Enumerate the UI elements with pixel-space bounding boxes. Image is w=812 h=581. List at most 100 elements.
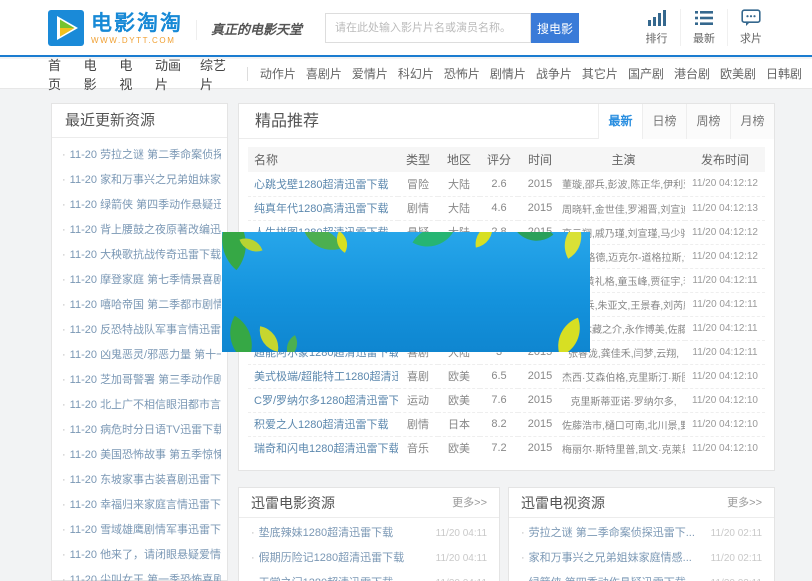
recent-update-item[interactable]: ·11-20 东坡家事古装喜剧迅雷下载 [62, 468, 221, 493]
nav-genre-item[interactable]: 日韩剧 [766, 65, 802, 82]
tv-resource-item[interactable]: 11/20 02:11 ·劳拉之谜 第二季命案侦探迅雷下... [521, 521, 762, 546]
thunder-movie-header: 迅雷电影资源 更多>> [239, 488, 499, 518]
item-title[interactable]: 背上腰鼓之夜原著改编迅雷下载 [100, 224, 221, 236]
table-header-row: 名称 类型 地区 评分 时间 主演 发布时间 [248, 147, 765, 172]
nav-genre-item[interactable]: 其它片 [582, 65, 618, 82]
bullet-icon: · [62, 499, 66, 511]
recent-update-item[interactable]: ·11-20 幸福归来家庭言情迅雷下载 [62, 493, 221, 518]
advertisement-banner[interactable] [222, 232, 590, 352]
item-title[interactable]: 劳拉之谜 第二季命案侦探迅雷下... [529, 527, 695, 539]
nav-genre-item[interactable]: 战争片 [536, 65, 572, 82]
recent-update-item[interactable]: ·11-20 尖叫女王 第一季恐怖喜剧迅雷 [62, 568, 221, 581]
nav-genre-item[interactable]: 欧美剧 [720, 65, 756, 82]
nav-genre-item[interactable]: 动作片 [260, 65, 296, 82]
recent-update-item[interactable]: ·11-20 嘻哈帝国 第二季都市剧情迅雷 [62, 293, 221, 318]
movie-title-link[interactable]: 积爱之人1280超清迅雷下载 [254, 419, 388, 431]
recent-update-item[interactable]: ·11-20 背上腰鼓之夜原著改编迅雷下载 [62, 218, 221, 243]
movie-region-cell: 欧美 [438, 436, 480, 460]
item-title[interactable]: 大秧歌抗战传奇迅雷下载 [100, 249, 221, 261]
recent-update-item[interactable]: ·11-20 凶鬼恶灵/邪恶力量 第十一季魔... [62, 343, 221, 368]
item-title[interactable]: 家和万事兴之兄弟姐妹家庭情感... [529, 552, 692, 564]
item-title[interactable]: 病危时分日语TV迅雷下载 [100, 424, 221, 436]
recent-update-item[interactable]: ·11-20 大秧歌抗战传奇迅雷下载 [62, 243, 221, 268]
item-title[interactable]: 绿箭侠 第四季动作悬疑迅雷下载... [529, 577, 695, 581]
nav-item[interactable]: 电视 [119, 55, 138, 93]
recent-update-item[interactable]: ·11-20 摩登家庭 第七季情景喜剧迅雷 [62, 268, 221, 293]
item-title[interactable]: 嘻哈帝国 第二季都市剧情迅雷 [100, 299, 221, 311]
nav-primary: 首页电影电视动画片综艺片 [48, 55, 245, 93]
recent-update-item[interactable]: ·11-20 芝加哥警署 第三季动作剧情迅 [62, 368, 221, 393]
bullet-icon: · [62, 174, 66, 186]
tab-latest[interactable]: 最新 [598, 104, 642, 139]
item-title[interactable]: 劳拉之谜 第二季命案侦探迅雷 [100, 149, 221, 161]
recent-update-item[interactable]: ·11-20 雪域雄鹰剧情军事迅雷下载 [62, 518, 221, 543]
nav-item[interactable]: 综艺片 [200, 55, 228, 93]
leaf-decoration-icon [517, 232, 554, 251]
item-title[interactable]: 垫底辣妹1280超清迅雷下载 [259, 527, 393, 539]
item-title[interactable]: 家和万事兴之兄弟姐妹家庭情感... [100, 174, 221, 186]
movie-title-link[interactable]: 美式极端/超能特工1280超清迅雷 [254, 371, 398, 383]
search-movie-button[interactable]: 搜电影 [531, 13, 579, 43]
nav-item[interactable]: 动画片 [155, 55, 183, 93]
movie-score-cell: 7.2 [480, 436, 518, 460]
item-title[interactable]: 东坡家事古装喜剧迅雷下载 [100, 474, 221, 486]
item-title[interactable]: 天堂之门1280超清迅雷下载 [259, 577, 393, 581]
item-title[interactable]: 北上广不相信眼泪都市言情迅雷... [100, 399, 221, 411]
recent-update-item[interactable]: ·11-20 他来了，请闭眼悬疑爱情迅雷下... [62, 543, 221, 568]
recent-update-item[interactable]: ·11-20 反恐特战队军事言情迅雷下载 [62, 318, 221, 343]
item-date: 11-20 [70, 224, 97, 236]
item-title[interactable]: 凶鬼恶灵/邪恶力量 第十一季魔... [100, 349, 221, 361]
recent-update-item[interactable]: ·11-20 美国恐怖故事 第五季惊悚悬疑 [62, 443, 221, 468]
item-date: 11-20 [70, 449, 97, 461]
quick-link-request[interactable]: 求片 [727, 9, 774, 46]
nav-genre-item[interactable]: 剧情片 [490, 65, 526, 82]
quick-link-latest[interactable]: 最新 [680, 9, 727, 46]
recent-update-item[interactable]: ·11-20 北上广不相信眼泪都市言情迅雷... [62, 393, 221, 418]
recent-update-item[interactable]: ·11-20 家和万事兴之兄弟姐妹家庭情感... [62, 168, 221, 193]
movie-title-link[interactable]: C罗/罗纳尔多1280超清迅雷下载 [254, 395, 398, 407]
item-title[interactable]: 反恐特战队军事言情迅雷下载 [100, 324, 221, 336]
movie-title-link[interactable]: 心跳戈壁1280超清迅雷下载 [254, 179, 388, 191]
recent-update-item[interactable]: ·11-20 绿箭侠 第四季动作悬疑迅雷下 [62, 193, 221, 218]
tv-resource-item[interactable]: 11/20 02:11 ·家和万事兴之兄弟姐妹家庭情感... [521, 546, 762, 571]
recent-update-item[interactable]: ·11-20 劳拉之谜 第二季命案侦探迅雷 [62, 143, 221, 168]
bullet-icon: · [62, 574, 66, 581]
nav-genre-item[interactable]: 恐怖片 [444, 65, 480, 82]
item-date: 11-20 [70, 274, 97, 286]
bullet-icon: · [251, 577, 255, 581]
item-title[interactable]: 绿箭侠 第四季动作悬疑迅雷下 [100, 199, 221, 211]
tab-weekly[interactable]: 周榜 [686, 104, 730, 139]
item-title[interactable]: 幸福归来家庭言情迅雷下载 [100, 499, 221, 511]
movie-title-link[interactable]: 瑞奇和闪电1280超清迅雷下载 [254, 443, 398, 455]
quick-link-ranking[interactable]: 排行 [633, 9, 680, 46]
nav-genre-item[interactable]: 爱情片 [352, 65, 388, 82]
item-title[interactable]: 摩登家庭 第七季情景喜剧迅雷 [100, 274, 221, 286]
search-input[interactable] [325, 13, 531, 43]
movie-resource-item[interactable]: 11/20 04:11 ·垫底辣妹1280超清迅雷下载 [251, 521, 487, 546]
tv-resource-item[interactable]: 11/20 02:11 ·绿箭侠 第四季动作悬疑迅雷下载... [521, 571, 762, 581]
item-time: 11/20 04:11 [436, 521, 487, 546]
tab-daily[interactable]: 日榜 [642, 104, 686, 139]
movie-type-cell: 音乐 [398, 436, 438, 460]
item-title[interactable]: 尖叫女王 第一季恐怖喜剧迅雷 [100, 574, 221, 581]
nav-genre-item[interactable]: 科幻片 [398, 65, 434, 82]
recent-update-item[interactable]: ·11-20 病危时分日语TV迅雷下载 [62, 418, 221, 443]
bullet-icon: · [62, 349, 66, 361]
more-tv-link[interactable]: 更多>> [727, 488, 762, 518]
item-title[interactable]: 美国恐怖故事 第五季惊悚悬疑 [100, 449, 221, 461]
more-movies-link[interactable]: 更多>> [452, 488, 487, 518]
movie-title-link[interactable]: 纯真年代1280高清迅雷下载 [254, 203, 388, 215]
nav-item[interactable]: 电影 [84, 55, 103, 93]
site-logo[interactable]: 电影淘淘 WWW.DYTT.COM [48, 10, 183, 46]
item-title[interactable]: 假期历险记1280超清迅雷下载 [259, 552, 404, 564]
nav-genre-item[interactable]: 港台剧 [674, 65, 710, 82]
item-title[interactable]: 雪域雄鹰剧情军事迅雷下载 [100, 524, 221, 536]
movie-resource-item[interactable]: 11/20 04:11 ·假期历险记1280超清迅雷下载 [251, 546, 487, 571]
movie-resource-item[interactable]: 11/20 04:11 ·天堂之门1280超清迅雷下载 [251, 571, 487, 581]
nav-item[interactable]: 首页 [48, 55, 67, 93]
nav-genre-item[interactable]: 喜剧片 [306, 65, 342, 82]
item-title[interactable]: 芝加哥警署 第三季动作剧情迅 [100, 374, 221, 386]
item-title[interactable]: 他来了，请闭眼悬疑爱情迅雷下... [100, 549, 221, 561]
tab-monthly[interactable]: 月榜 [730, 104, 774, 139]
nav-genre-item[interactable]: 国产剧 [628, 65, 664, 82]
